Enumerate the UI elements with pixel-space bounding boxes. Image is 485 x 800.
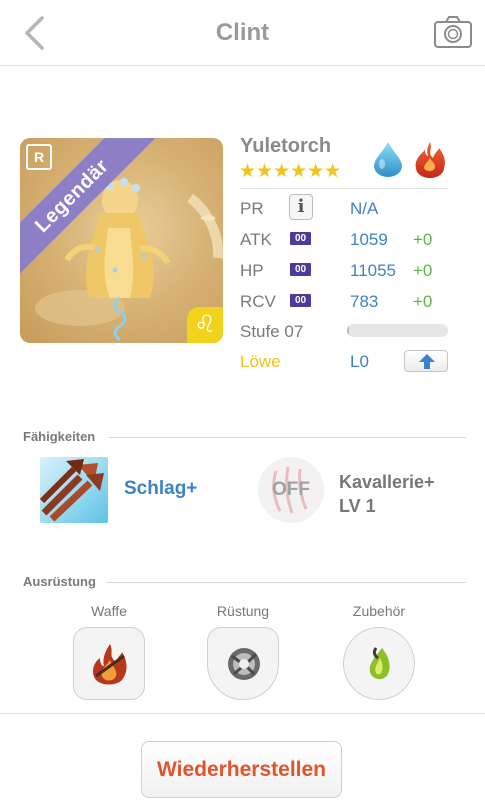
stat-pr-label: PR <box>240 199 264 218</box>
stat-rcv-bonus: +0 <box>413 292 433 311</box>
stat-rcv-value: 783 <box>350 292 379 311</box>
flame-weapon-icon <box>93 644 127 685</box>
hero-name: Yuletorch <box>240 135 332 157</box>
equip-weapon-label: Waffe <box>91 603 127 619</box>
passive-skill-name-line1: Kavallerie+ <box>339 472 435 492</box>
stat-atk-value: 1059 <box>350 230 388 249</box>
skill-strike-icon[interactable] <box>40 457 108 523</box>
level-progress-fill <box>347 324 350 337</box>
stat-atk-label: ATK <box>240 230 272 249</box>
restore-button[interactable]: Wiederherstellen <box>141 741 342 798</box>
page-title: Clint <box>215 19 270 46</box>
rarity-tag-icon: R <box>26 144 52 170</box>
stat-atk-bonus: +0 <box>413 230 433 249</box>
equip-armor-label: Rüstung <box>216 603 270 619</box>
camera-icon[interactable] <box>433 14 473 50</box>
equip-accessory-label: Zubehör <box>352 603 406 619</box>
stat-atk-badge: 00 <box>290 232 311 245</box>
zodiac-label: Löwe <box>240 352 281 371</box>
zodiac-value: L0 <box>350 352 369 371</box>
level-progress-bar <box>347 324 448 337</box>
water-drop-icon <box>374 142 402 177</box>
skills-section-title: Fähigkeiten <box>23 429 96 444</box>
equipment-section-title: Ausrüstung <box>23 574 96 589</box>
equip-weapon-slot[interactable] <box>73 627 145 700</box>
arrows-icon <box>40 459 104 522</box>
stat-hp-badge: 00 <box>290 263 311 276</box>
stat-hp-value: 11055 <box>350 261 397 280</box>
bottom-bar: Wiederherstellen <box>0 713 485 800</box>
stats-divider <box>240 188 448 189</box>
passive-skill-level: LV 1 <box>339 496 376 516</box>
star-rating: ★★★★★★ <box>239 161 342 182</box>
active-skill-name[interactable]: Schlag+ <box>124 478 197 500</box>
hero-portrait[interactable]: Legendär R ♌ <box>20 138 223 343</box>
stat-rcv-badge: 00 <box>290 294 311 307</box>
stat-rcv-label: RCV <box>240 292 276 311</box>
gear-orb-icon <box>228 648 260 680</box>
header-bar: Clint <box>0 0 485 66</box>
zodiac-leo-icon: ♌ <box>187 307 223 343</box>
info-icon[interactable]: i <box>289 194 313 220</box>
level-label: Stufe 07 <box>240 322 304 341</box>
passive-skill-icon[interactable]: OFF <box>258 457 324 523</box>
stat-pr-value: N/A <box>350 199 379 218</box>
equip-armor-slot[interactable] <box>207 627 279 700</box>
equip-accessory-slot[interactable] <box>343 627 415 700</box>
stat-hp-label: HP <box>240 261 264 280</box>
stat-hp-bonus: +0 <box>413 261 433 280</box>
skills-section-divider <box>108 437 466 438</box>
passive-skill-name[interactable]: Kavallerie+ LV 1 <box>339 470 435 518</box>
equipment-section-divider <box>107 582 466 583</box>
upgrade-button[interactable] <box>404 350 448 372</box>
arrow-up-icon <box>419 354 435 369</box>
fire-icon <box>415 142 445 178</box>
passive-skill-state: OFF <box>272 479 310 500</box>
green-gem-icon <box>369 647 390 680</box>
